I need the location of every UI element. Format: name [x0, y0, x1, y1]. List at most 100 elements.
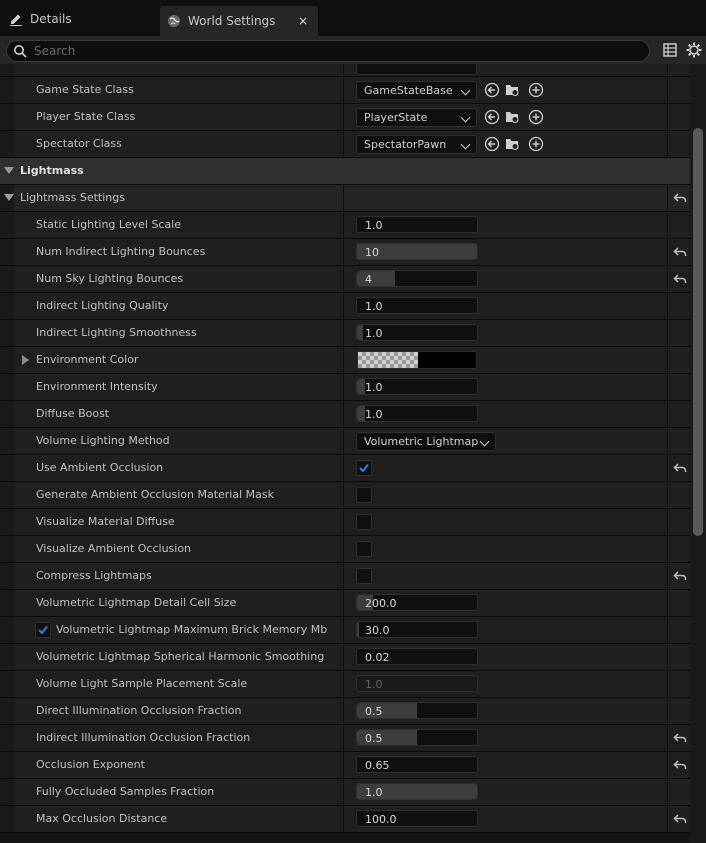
- number-input[interactable]: 1.0: [356, 405, 478, 422]
- property-row: Spectator Class SpectatorPawn: [0, 131, 690, 158]
- column-divider: [667, 698, 668, 724]
- details-panel: Game State Class GameStateBase Player Stat…: [0, 64, 690, 843]
- collapse-arrow-icon[interactable]: [4, 194, 14, 201]
- number-input[interactable]: 10: [356, 243, 478, 260]
- close-icon[interactable]: ×: [298, 14, 308, 28]
- property-label: Max Occlusion Distance: [36, 812, 168, 825]
- reset-to-default-icon[interactable]: [673, 569, 687, 583]
- search-input[interactable]: [34, 44, 624, 58]
- number-input[interactable]: 1.0: [356, 297, 478, 314]
- indent-gutter: [0, 455, 14, 481]
- property-row: Environment Intensity 1.0: [0, 374, 690, 401]
- class-picker-combo[interactable]: GameStateBase: [356, 81, 477, 100]
- asset-actions[interactable]: [484, 82, 544, 98]
- number-input[interactable]: 0.5: [356, 729, 478, 746]
- pencil-icon: [8, 11, 24, 27]
- category-label: Lightmass: [20, 164, 84, 177]
- reset-to-default-icon[interactable]: [673, 758, 687, 772]
- property-label: Volumetric Lightmap Maximum Brick Memory…: [56, 623, 328, 636]
- column-divider: [343, 266, 344, 292]
- number-input[interactable]: 4: [356, 270, 478, 287]
- collapse-arrow-icon[interactable]: [4, 167, 14, 174]
- property-checkbox[interactable]: [356, 460, 372, 476]
- scrollbar-thumb[interactable]: [693, 128, 703, 536]
- tab-details[interactable]: Details: [2, 6, 152, 32]
- property-row: Static Lighting Level Scale 1.0: [0, 212, 690, 239]
- reset-to-default-icon[interactable]: [673, 812, 687, 826]
- indent-gutter: [0, 806, 14, 832]
- property-checkbox[interactable]: [356, 487, 372, 503]
- number-input[interactable]: 0.5: [356, 702, 478, 719]
- indent-gutter: [0, 239, 14, 265]
- reset-to-default-icon[interactable]: [673, 245, 687, 259]
- number-input[interactable]: 1.0: [356, 216, 478, 233]
- column-divider: [343, 347, 344, 373]
- property-row: Occlusion Exponent 0.65: [0, 752, 690, 779]
- number-value: 1.0: [365, 678, 383, 691]
- number-input: 1.0: [356, 675, 478, 692]
- color-solid: [418, 352, 476, 368]
- color-swatch[interactable]: [357, 351, 477, 369]
- number-input[interactable]: 1.0: [356, 378, 478, 395]
- property-checkbox[interactable]: [356, 568, 372, 584]
- number-value: 1.0: [365, 327, 383, 340]
- alpha-checker: [358, 352, 418, 368]
- indent-gutter: [0, 104, 14, 130]
- column-divider: [343, 779, 344, 805]
- number-input[interactable]: 0.65: [356, 756, 478, 773]
- column-divider: [667, 644, 668, 670]
- column-divider: [343, 536, 344, 562]
- column-divider: [667, 752, 668, 778]
- property-row: Volumetric Lightmap Detail Cell Size 200.…: [0, 590, 690, 617]
- number-value: 1.0: [365, 408, 383, 421]
- indent-gutter: [0, 536, 14, 562]
- expand-arrow-icon[interactable]: [22, 355, 29, 365]
- property-checkbox[interactable]: [356, 514, 372, 530]
- asset-actions[interactable]: [484, 109, 544, 125]
- reset-to-default-icon[interactable]: [673, 191, 687, 205]
- property-row: Max Occlusion Distance 100.0: [0, 806, 690, 833]
- reset-to-default-icon[interactable]: [673, 461, 687, 475]
- property-label: Indirect Lighting Smoothness: [36, 326, 197, 339]
- gear-icon[interactable]: [686, 42, 702, 58]
- reset-to-default-icon[interactable]: [673, 731, 687, 745]
- number-input[interactable]: 30.0: [356, 621, 478, 638]
- number-input[interactable]: 0.02: [356, 648, 478, 665]
- property-label: Volumetric Lightmap Detail Cell Size: [36, 596, 237, 609]
- property-row: Diffuse Boost 1.0: [0, 401, 690, 428]
- number-value: 0.5: [365, 705, 383, 718]
- column-divider: [667, 617, 668, 643]
- table-icon[interactable]: [662, 42, 678, 58]
- number-value: 1.0: [365, 300, 383, 313]
- number-input[interactable]: 1.0: [356, 324, 478, 341]
- number-input[interactable]: 200.0: [356, 594, 478, 611]
- property-row: Num Sky Lighting Bounces 4: [0, 266, 690, 293]
- tab-world-settings[interactable]: World Settings ×: [160, 6, 318, 36]
- number-input[interactable]: 1.0: [356, 783, 478, 800]
- search-toolbar: [0, 36, 706, 64]
- edit-condition-checkbox[interactable]: [35, 622, 51, 638]
- indent-gutter: [0, 563, 14, 589]
- number-value: 30.0: [365, 624, 390, 637]
- number-value: 200.0: [365, 597, 397, 610]
- indent-gutter: [0, 374, 14, 400]
- column-divider: [667, 77, 668, 103]
- column-divider: [667, 482, 668, 508]
- search-box[interactable]: [6, 40, 650, 62]
- indent-gutter: [0, 725, 14, 751]
- property-label: Volume Light Sample Placement Scale: [36, 677, 248, 690]
- indent-gutter: [0, 698, 14, 724]
- number-input[interactable]: 100.0: [356, 810, 478, 827]
- property-label: Direct Illumination Occlusion Fraction: [36, 704, 242, 717]
- reset-to-default-icon[interactable]: [673, 272, 687, 286]
- indent-gutter: [0, 509, 14, 535]
- lighting-method-combo[interactable]: Volumetric Lightmap: [356, 432, 496, 451]
- column-divider: [667, 806, 668, 832]
- combo-value: GameStateBase: [364, 84, 453, 97]
- partial-combo[interactable]: [356, 64, 477, 75]
- property-label: Spectator Class: [36, 137, 122, 150]
- property-checkbox[interactable]: [356, 541, 372, 557]
- asset-actions[interactable]: [484, 136, 544, 152]
- class-picker-combo[interactable]: SpectatorPawn: [356, 135, 477, 154]
- class-picker-combo[interactable]: PlayerState: [356, 108, 477, 127]
